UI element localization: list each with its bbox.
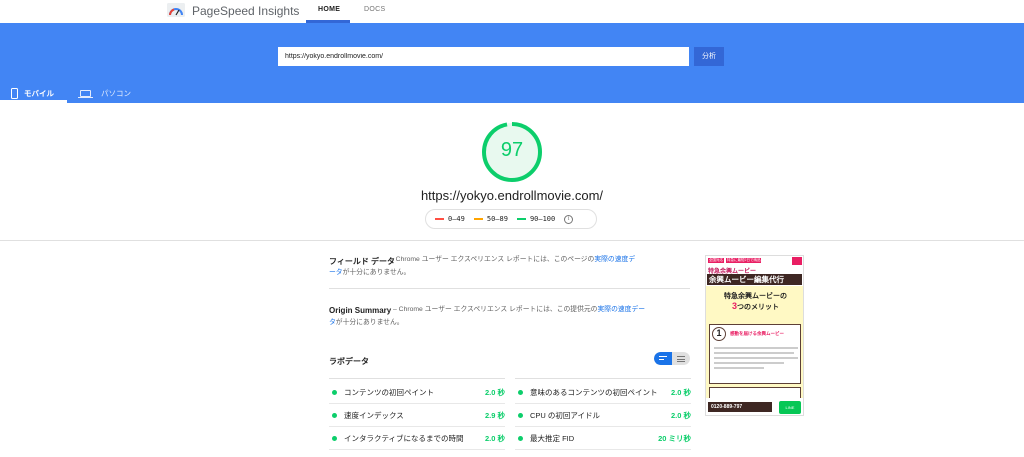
nav-tab-home[interactable]: HOME	[318, 6, 340, 13]
origin-summary-title: Origin Summary	[329, 306, 392, 315]
tab-desktop[interactable]: パソコン	[78, 83, 131, 103]
separator	[515, 378, 691, 379]
thumb-text-line	[714, 362, 784, 364]
origin-summary-desc: – Chrome ユーザー エクスペリエンス レポートには、この提供元の実際の速…	[393, 303, 693, 316]
metric-value: 20 ミリ秒	[658, 434, 691, 443]
field-data-desc-line2: ータが十分にありません。	[329, 266, 689, 279]
metric-fmp: 意味のあるコンテンツの初回ペイント 2.0 秒	[515, 382, 691, 404]
legend-item-fail: 0–49	[435, 215, 465, 223]
field-data-desc: – Chrome ユーザー エクスペリエンス レポートには、このページの実際の速…	[390, 253, 700, 266]
pass-dot-icon	[518, 413, 523, 418]
thumb-body: 特急余興ムービーの 3つのメリット 1 感動を届ける余興ムービー 0120-88…	[706, 286, 803, 415]
legend-item-average: 50–89	[473, 215, 508, 223]
thumb-text-line	[714, 352, 794, 354]
performance-score: 97	[500, 139, 524, 161]
url-input[interactable]	[278, 47, 689, 66]
legend-bar-green	[516, 218, 526, 220]
field-data-desc-rest: が十分にありません。	[342, 269, 411, 276]
origin-summary-desc-text: – Chrome ユーザー エクスペリエンス レポートには、この提供元の	[393, 306, 598, 313]
lab-data-title: ラボデータ	[329, 357, 369, 366]
thumb-card: 1 感動を届ける余興ムービー	[709, 324, 801, 384]
info-icon[interactable]: i	[564, 214, 574, 224]
metric-label: 速度インデックス	[344, 411, 404, 420]
device-tab-indicator	[0, 100, 67, 103]
origin-summary-link-cont[interactable]: タ	[329, 319, 336, 326]
thumb-text-line	[714, 347, 798, 349]
legend-label-pass: 90–100	[529, 215, 556, 223]
thumb-footer: 0120-889-797 LINE	[706, 398, 803, 415]
tab-desktop-label: パソコン	[101, 88, 131, 98]
toggle-line	[659, 359, 664, 361]
toggle-line	[677, 356, 685, 358]
pass-dot-icon	[518, 436, 523, 441]
tab-mobile-label: モバイル	[24, 88, 54, 98]
metric-fcp: コンテンツの初回ペイント 2.0 秒	[329, 382, 505, 404]
field-data-link-cont[interactable]: ータ	[329, 269, 343, 276]
metric-label: インタラクティブになるまでの時間	[344, 434, 464, 443]
thumb-text-line	[714, 357, 798, 359]
metric-value: 2.0 秒	[484, 388, 505, 397]
app-title: PageSpeed Insights	[192, 4, 300, 18]
pass-dot-icon	[332, 436, 337, 441]
field-data-link[interactable]: 実際の速度デ	[594, 256, 635, 263]
origin-summary-desc-rest: が十分にありません。	[335, 319, 404, 326]
thumb-card-title: 感動を届ける余興ムービー	[730, 331, 784, 336]
thumb-merit-suffix: つのメリット	[737, 304, 779, 311]
thumb-topbar: 全国対応 特急に最短2日で納品	[706, 256, 803, 266]
toggle-line	[677, 361, 685, 363]
analyze-button[interactable]: 分析	[694, 47, 724, 66]
thumb-text-line	[714, 367, 764, 369]
thumb-merit-title: 特急余興ムービーの	[724, 293, 787, 300]
section-divider	[0, 240, 1024, 241]
toggle-line	[659, 356, 667, 358]
metric-tti: インタラクティブになるまでの時間 2.0 秒	[329, 428, 505, 450]
thumb-card-number: 1	[712, 327, 726, 341]
origin-summary-desc-line2: タが十分にありません。	[329, 316, 689, 329]
field-data-desc-text: – Chrome ユーザー エクスペリエンス レポートには、このページの	[390, 256, 595, 263]
legend-bar-orange	[473, 218, 483, 220]
metric-first-cpu-idle: CPU の初回アイドル 2.0 秒	[515, 405, 691, 427]
thumb-merit-line: 3つのメリット	[706, 301, 803, 312]
metric-label: 意味のあるコンテンツの初回ペイント	[530, 388, 658, 397]
thumb-line-button: LINE	[779, 401, 801, 414]
final-screenshot: 全国対応 特急に最短2日で納品 特急余興ムービー 余興ムービー編集代行 特急余興…	[705, 255, 804, 416]
score-legend: 0–49 50–89 90–100 i	[425, 209, 597, 229]
metric-label: CPU の初回アイドル	[530, 411, 601, 420]
metric-value: 2.9 秒	[484, 411, 505, 420]
metric-value: 2.0 秒	[670, 411, 691, 420]
metric-value: 2.0 秒	[670, 388, 691, 397]
pass-dot-icon	[332, 390, 337, 395]
phone-icon	[11, 87, 18, 99]
metric-speed-index: 速度インデックス 2.9 秒	[329, 405, 505, 427]
view-toggle[interactable]	[654, 352, 690, 365]
search-band: 分析 モバイル パソコン	[0, 23, 1024, 103]
legend-label-average: 50–89	[486, 215, 508, 223]
toggle-line	[677, 358, 685, 360]
legend-item-pass: 90–100	[516, 215, 556, 223]
pass-dot-icon	[518, 390, 523, 395]
metric-max-fid: 最大推定 FID 20 ミリ秒	[515, 428, 691, 450]
thumb-heading2: 余興ムービー編集代行	[707, 274, 802, 285]
laptop-icon	[78, 89, 93, 98]
nav-tab-docs[interactable]: DOCS	[364, 6, 385, 13]
metric-label: 最大推定 FID	[530, 434, 575, 443]
origin-summary-link[interactable]: 実際の速度デー	[597, 306, 645, 313]
metric-value: 2.0 秒	[484, 434, 505, 443]
top-header: PageSpeed Insights HOME DOCS	[0, 0, 1024, 23]
metric-label: コンテンツの初回ペイント	[344, 388, 434, 397]
analyzed-url: https://yokyo.endrollmovie.com/	[420, 188, 604, 203]
thumb-badge-right: 特急に最短2日で納品	[726, 258, 762, 263]
thumb-phone-button: 0120-889-797	[708, 402, 772, 412]
legend-bar-red	[435, 218, 444, 220]
legend-label-fail: 0–49	[448, 215, 465, 223]
pass-dot-icon	[332, 413, 337, 418]
separator	[329, 378, 505, 379]
thumb-badge-left: 全国対応	[708, 258, 724, 263]
separator	[329, 288, 690, 289]
pagespeed-logo-icon[interactable]	[167, 3, 185, 17]
